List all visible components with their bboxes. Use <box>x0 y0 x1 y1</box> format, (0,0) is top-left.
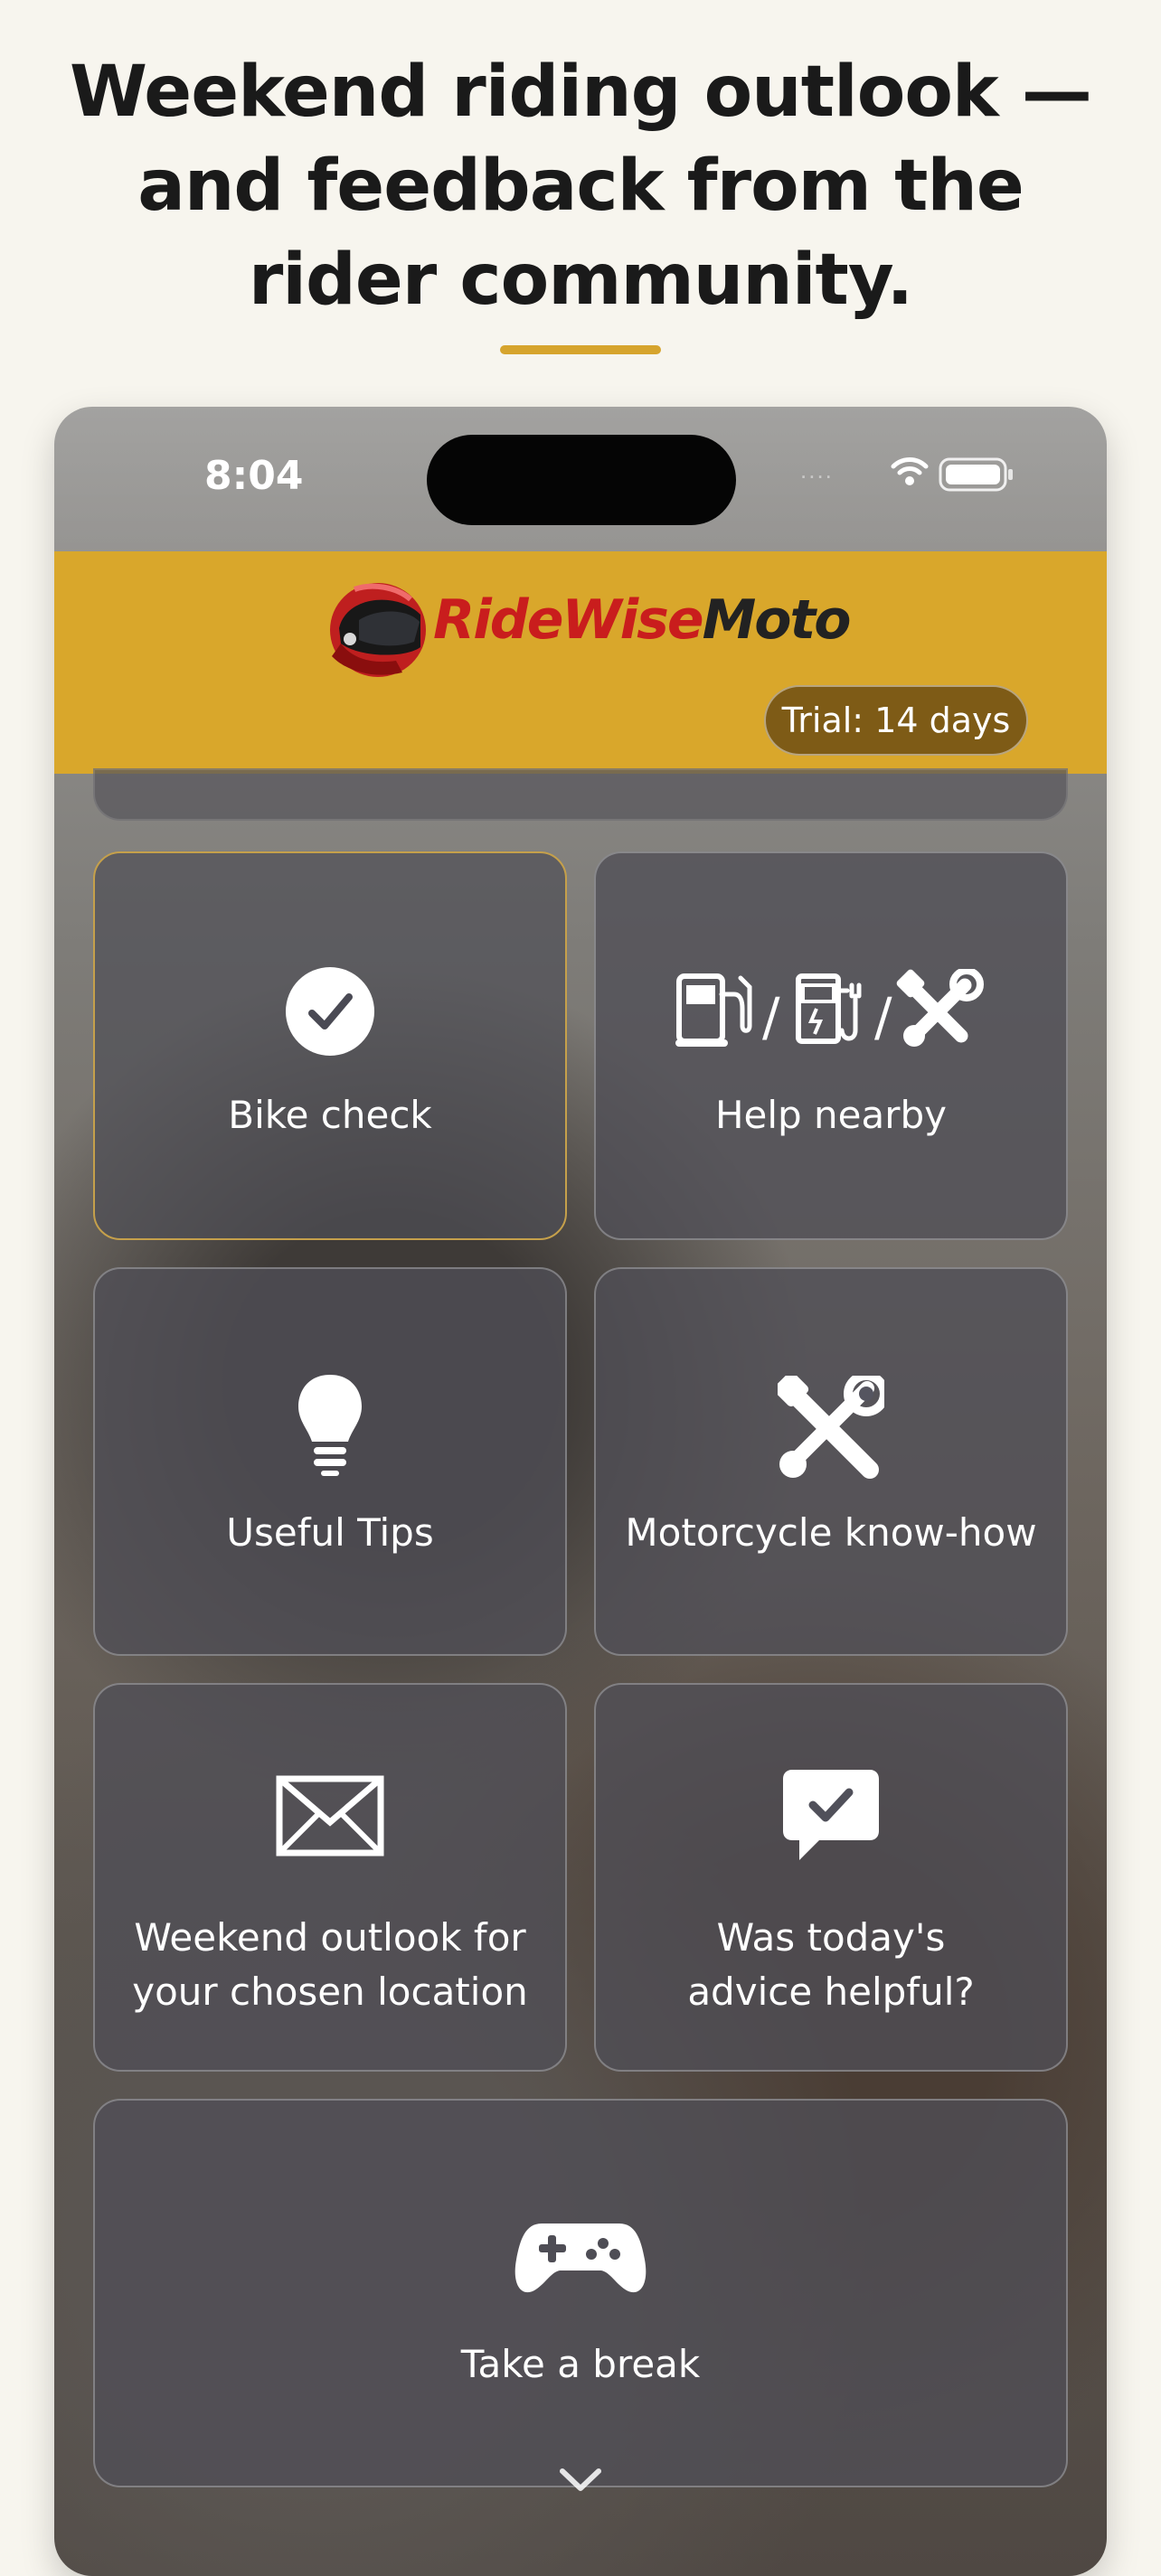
tile-label: Bike check <box>228 1093 432 1137</box>
chat-check-icon <box>596 1766 1066 1866</box>
chevron-down-icon[interactable] <box>559 2466 602 2495</box>
logo-wordmark: RideWiseMoto <box>433 588 852 652</box>
tile-label: Was today's advice helpful? <box>596 1911 1066 2019</box>
tile-help-nearby[interactable]: / / Help nearby <box>594 851 1068 1240</box>
signal-icon: .... <box>800 456 834 484</box>
tile-label: Motorcycle know-how <box>625 1510 1037 1555</box>
status-bar: 8:04 .... <box>54 407 1107 551</box>
tile-label-line1: Weekend outlook for <box>134 1915 526 1960</box>
tile-take-a-break[interactable]: Take a break <box>93 2099 1068 2487</box>
tile-label-line2: your chosen location <box>132 1970 528 2014</box>
trial-badge[interactable]: Trial: 14 days <box>764 685 1028 756</box>
logo-part-moto: Moto <box>702 588 852 652</box>
svg-text:/: / <box>762 986 780 1048</box>
headline-line-3: rider community. <box>248 240 913 321</box>
tile-label: Weekend outlook for your chosen location <box>95 1911 565 2019</box>
app-logo[interactable]: RideWiseMoto <box>319 569 851 689</box>
page-headline: Weekend riding outlook — and feedback fr… <box>0 45 1161 327</box>
dynamic-island <box>427 435 736 525</box>
headline-underline <box>500 345 661 354</box>
fuel-charger-tools-icon: / / <box>596 969 1066 1050</box>
mail-icon <box>95 1775 565 1857</box>
checkmark-circle-icon <box>95 966 565 1057</box>
lightbulb-icon <box>95 1373 565 1478</box>
tile-weekend-outlook[interactable]: Weekend outlook for your chosen location <box>93 1683 567 2072</box>
tile-bike-check[interactable]: Bike check <box>93 851 567 1240</box>
tile-useful-tips[interactable]: Useful Tips <box>93 1267 567 1656</box>
tile-label: Take a break <box>460 2342 701 2386</box>
tile-advice-feedback[interactable]: Was today's advice helpful? <box>594 1683 1068 2072</box>
status-time: 8:04 <box>204 453 304 499</box>
logo-part-ride: RideWise <box>433 588 704 652</box>
headline-line-1: Weekend riding outlook — <box>70 52 1092 133</box>
previous-tile-strip[interactable] <box>93 768 1068 821</box>
gamepad-icon <box>95 2216 1066 2299</box>
status-icons: .... <box>800 456 1071 493</box>
tile-motorcycle-know-how[interactable]: Motorcycle know-how <box>594 1267 1068 1656</box>
tools-icon <box>596 1376 1066 1482</box>
tile-label: Useful Tips <box>226 1510 434 1555</box>
tile-label: Help nearby <box>714 1093 948 1137</box>
headline-line-2: and feedback from the <box>137 146 1024 227</box>
tile-label-line1: Was today's <box>716 1915 946 1960</box>
battery-icon <box>939 457 1013 492</box>
helmet-logo-icon <box>330 583 426 677</box>
wifi-icon <box>891 457 929 485</box>
tile-label-line2: advice helpful? <box>687 1970 975 2014</box>
svg-text:/: / <box>874 986 892 1048</box>
phone-frame: 8:04 .... RideWiseMoto Trial: 14 days Bi… <box>54 407 1107 2576</box>
app-header: RideWiseMoto Trial: 14 days <box>54 551 1107 774</box>
